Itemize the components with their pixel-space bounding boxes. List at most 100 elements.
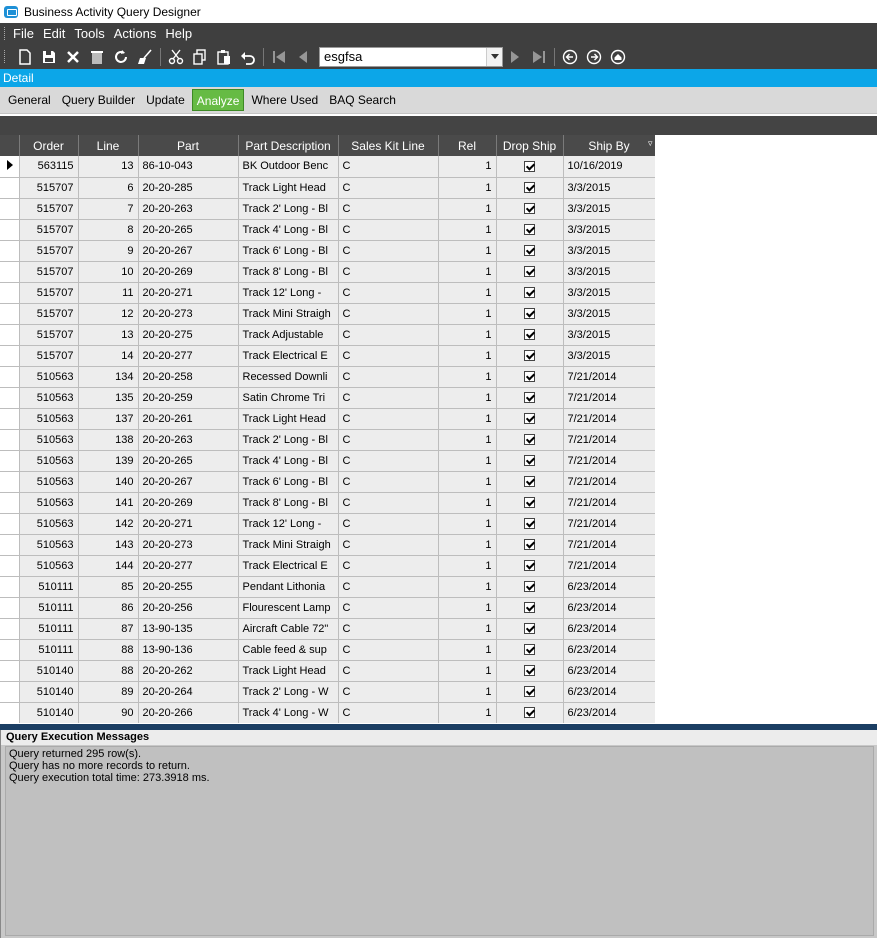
cell-rel[interactable]: 1 (438, 345, 497, 367)
cell-ship-by[interactable]: 3/3/2015 (563, 345, 655, 367)
cell-part-description[interactable]: Aircraft Cable 72" (238, 618, 339, 640)
cell-sales-kit-line[interactable]: C (338, 156, 439, 178)
cell-line[interactable]: 90 (78, 702, 139, 723)
first-record-button[interactable] (267, 46, 291, 68)
cell-rel[interactable]: 1 (438, 492, 497, 514)
tab-query-builder[interactable]: Query Builder (58, 89, 139, 111)
column-header-part[interactable]: Part (138, 135, 239, 156)
cell-drop-ship[interactable] (496, 429, 564, 451)
drop-ship-checkbox[interactable] (524, 455, 535, 467)
drop-ship-checkbox[interactable] (524, 686, 535, 698)
copy-button[interactable] (188, 46, 212, 68)
cell-part-description[interactable]: Track Mini Straigh (238, 303, 339, 325)
cell-line[interactable]: 14 (78, 345, 139, 367)
cell-rel[interactable]: 1 (438, 198, 497, 220)
row-selector[interactable] (0, 387, 20, 409)
table-row[interactable]: 515707 7 20-20-263 Track 2' Long - Bl C 1 3/3/… (0, 198, 655, 220)
cell-drop-ship[interactable] (496, 282, 564, 304)
drop-ship-checkbox[interactable] (524, 707, 535, 719)
cell-order[interactable]: 510111 (19, 639, 79, 661)
cell-drop-ship[interactable] (496, 702, 564, 723)
row-selector[interactable] (0, 555, 20, 577)
cell-rel[interactable]: 1 (438, 156, 497, 178)
cell-ship-by[interactable]: 7/21/2014 (563, 429, 655, 451)
tab-where-used[interactable]: Where Used (247, 89, 322, 111)
cell-sales-kit-line[interactable]: C (338, 240, 439, 262)
cell-ship-by[interactable]: 6/23/2014 (563, 618, 655, 640)
table-row[interactable]: 515707 14 20-20-277 Track Electrical E C 1 3/3… (0, 345, 655, 367)
cell-order[interactable]: 510563 (19, 513, 79, 535)
cell-ship-by[interactable]: 7/21/2014 (563, 492, 655, 514)
cell-rel[interactable]: 1 (438, 303, 497, 325)
cell-rel[interactable]: 1 (438, 618, 497, 640)
cell-part[interactable]: 20-20-255 (138, 576, 239, 598)
row-selector[interactable] (0, 429, 20, 451)
cell-sales-kit-line[interactable]: C (338, 702, 439, 723)
table-row[interactable]: 510111 87 13-90-135 Aircraft Cable 72" C 1 6/2… (0, 618, 655, 640)
cell-part-description[interactable]: Flourescent Lamp (238, 597, 339, 619)
cell-line[interactable]: 144 (78, 555, 139, 577)
cell-sales-kit-line[interactable]: C (338, 618, 439, 640)
cell-sales-kit-line[interactable]: C (338, 534, 439, 556)
cell-part[interactable]: 20-20-277 (138, 345, 239, 367)
row-selector[interactable] (0, 639, 20, 661)
cell-ship-by[interactable]: 7/21/2014 (563, 450, 655, 472)
cell-drop-ship[interactable] (496, 303, 564, 325)
cell-line[interactable]: 137 (78, 408, 139, 430)
cell-ship-by[interactable]: 3/3/2015 (563, 303, 655, 325)
new-button[interactable] (13, 46, 37, 68)
cell-ship-by[interactable]: 3/3/2015 (563, 219, 655, 241)
cell-rel[interactable]: 1 (438, 534, 497, 556)
cell-part-description[interactable]: Track 2' Long - W (238, 681, 339, 703)
cell-order[interactable]: 510563 (19, 534, 79, 556)
cell-sales-kit-line[interactable]: C (338, 681, 439, 703)
row-selector[interactable] (0, 681, 20, 703)
cell-drop-ship[interactable] (496, 576, 564, 598)
cell-ship-by[interactable]: 7/21/2014 (563, 366, 655, 388)
cell-ship-by[interactable]: 6/23/2014 (563, 597, 655, 619)
cell-part[interactable]: 20-20-277 (138, 555, 239, 577)
cell-line[interactable]: 142 (78, 513, 139, 535)
drop-ship-checkbox[interactable] (524, 434, 535, 446)
table-row[interactable]: 510111 88 13-90-136 Cable feed & sup C 1 6/23/… (0, 639, 655, 661)
cell-line[interactable]: 12 (78, 303, 139, 325)
column-header-part-description[interactable]: Part Description (238, 135, 339, 156)
drop-ship-checkbox[interactable] (524, 350, 535, 362)
cell-order[interactable]: 515707 (19, 303, 79, 325)
row-selector[interactable] (0, 324, 20, 346)
column-header-order[interactable]: Order (19, 135, 79, 156)
tab-general[interactable]: General (4, 89, 55, 111)
cell-sales-kit-line[interactable]: C (338, 177, 439, 199)
cell-drop-ship[interactable] (496, 450, 564, 472)
cell-part-description[interactable]: Track 6' Long - Bl (238, 240, 339, 262)
home-button[interactable] (606, 46, 630, 68)
cell-ship-by[interactable]: 3/3/2015 (563, 198, 655, 220)
cell-drop-ship[interactable] (496, 366, 564, 388)
cell-rel[interactable]: 1 (438, 597, 497, 619)
results-grid[interactable]: Order Line Part Part Description Sales K… (0, 135, 655, 723)
cell-sales-kit-line[interactable]: C (338, 492, 439, 514)
cell-part-description[interactable]: Cable feed & sup (238, 639, 339, 661)
row-selector[interactable] (0, 660, 20, 682)
drop-ship-checkbox[interactable] (524, 182, 535, 194)
cell-sales-kit-line[interactable]: C (338, 408, 439, 430)
cell-drop-ship[interactable] (496, 555, 564, 577)
drop-ship-checkbox[interactable] (524, 329, 535, 341)
row-selector[interactable] (0, 219, 20, 241)
cell-ship-by[interactable]: 7/21/2014 (563, 471, 655, 493)
row-selector[interactable] (0, 597, 20, 619)
table-row[interactable]: 515707 6 20-20-285 Track Light Head C 1 3/3/20… (0, 177, 655, 199)
table-row[interactable]: 515707 8 20-20-265 Track 4' Long - Bl C 1 3/3/… (0, 219, 655, 241)
drop-ship-checkbox[interactable] (524, 224, 535, 236)
drop-ship-checkbox[interactable] (524, 665, 535, 677)
cell-rel[interactable]: 1 (438, 681, 497, 703)
cell-part-description[interactable]: Track 8' Long - Bl (238, 492, 339, 514)
cell-part-description[interactable]: Track 8' Long - Bl (238, 261, 339, 283)
last-record-button[interactable] (527, 46, 551, 68)
cell-rel[interactable]: 1 (438, 282, 497, 304)
cell-order[interactable]: 510563 (19, 492, 79, 514)
cell-order[interactable]: 515707 (19, 198, 79, 220)
table-row[interactable]: 510563 139 20-20-265 Track 4' Long - Bl C 1 7/… (0, 450, 655, 472)
cell-order[interactable]: 515707 (19, 177, 79, 199)
row-selector[interactable] (0, 198, 20, 220)
